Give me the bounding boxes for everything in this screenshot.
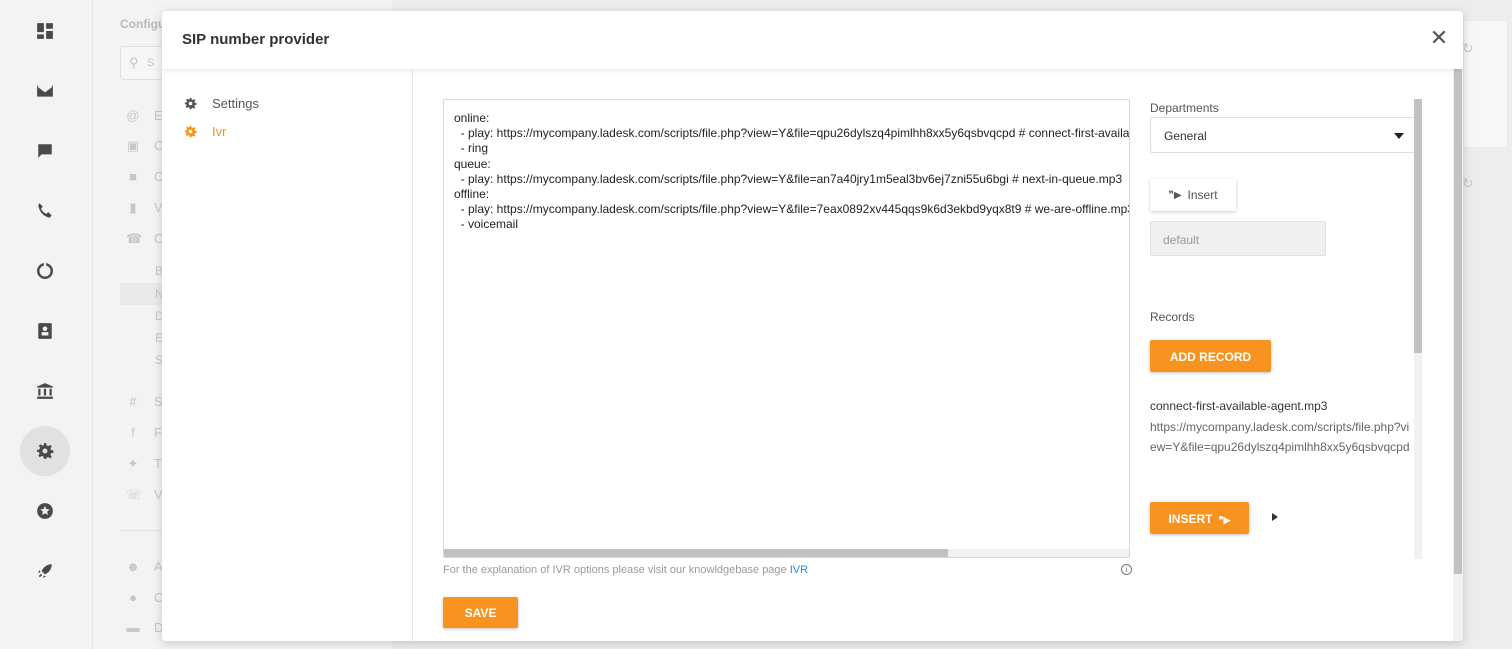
ivr-side-panel: Departments General ❞▶ Insert default Re… xyxy=(1148,99,1423,561)
nav-item-label: Ivr xyxy=(212,123,227,139)
sip-provider-modal: SIP number provider ✕ Settings Ivr onlin… xyxy=(162,11,1463,641)
star-icon[interactable] xyxy=(20,486,70,536)
insert-icon: ❞▶ xyxy=(1218,515,1231,525)
search-icon: ⚲ xyxy=(129,55,139,70)
config-row[interactable]: # S xyxy=(126,394,162,409)
config-title: Configu xyxy=(120,17,166,31)
phone-icon: ☎ xyxy=(126,231,143,246)
chat-icon[interactable] xyxy=(20,126,70,176)
ivr-hint: For the explanation of IVR options pleas… xyxy=(443,564,808,576)
departments-label: Departments xyxy=(1150,101,1219,115)
caret-down-icon xyxy=(1394,133,1404,139)
config-row[interactable]: @ E xyxy=(126,108,162,123)
config-row[interactable]: ▮ V xyxy=(126,200,162,216)
agents-icon: ☻ xyxy=(126,559,140,574)
config-row[interactable]: ▣ C xyxy=(126,138,164,154)
twitter-icon: ✦ xyxy=(127,456,139,471)
modal-scrollbar[interactable] xyxy=(1453,69,1463,641)
ivr-kb-link[interactable]: IVR xyxy=(790,564,808,576)
play-icon[interactable] xyxy=(1272,513,1278,521)
config-row[interactable]: ■ C xyxy=(126,169,163,184)
config-row[interactable]: ● C xyxy=(126,590,163,605)
hint-text: For the explanation of IVR options pleas… xyxy=(443,564,790,576)
search-placeholder: S xyxy=(147,57,155,69)
config-row[interactable]: ☎ C xyxy=(126,231,163,247)
nav-item-ivr[interactable]: Ivr xyxy=(184,121,226,141)
nav-item-settings[interactable]: Settings xyxy=(184,93,259,113)
viber-icon: ☏ xyxy=(126,487,143,502)
department-select[interactable]: General xyxy=(1150,117,1417,153)
at-icon: @ xyxy=(126,108,140,123)
modal-body: online: - play: https://mycompany.ladesk… xyxy=(414,69,1463,641)
phone-icon[interactable] xyxy=(20,186,70,236)
insert-label: Insert xyxy=(1187,188,1218,202)
gear-icon xyxy=(184,125,197,137)
reports-icon[interactable] xyxy=(20,246,70,296)
refresh-icon: ↻ xyxy=(1462,40,1474,56)
default-field[interactable]: default xyxy=(1150,221,1326,256)
slack-icon: # xyxy=(129,394,137,409)
modal-title: SIP number provider xyxy=(182,31,330,48)
department-selected: General xyxy=(1164,129,1207,143)
records-label: Records xyxy=(1150,310,1195,324)
form-icon: ▣ xyxy=(126,138,140,153)
ivr-editor[interactable]: online: - play: https://mycompany.ladesk… xyxy=(443,99,1130,558)
save-button[interactable]: SAVE xyxy=(443,597,518,628)
gear-icon xyxy=(184,97,197,109)
folder-icon: ▬ xyxy=(126,620,140,635)
ivr-editor-content[interactable]: online: - play: https://mycompany.ladesk… xyxy=(444,100,1129,244)
dashboard-icon[interactable] xyxy=(20,6,70,56)
config-row[interactable]: fF xyxy=(126,425,162,440)
record-name: connect-first-available-agent.mp3 xyxy=(1150,399,1328,413)
insert-icon: ❞▶ xyxy=(1168,189,1182,201)
refresh-icon: ↻ xyxy=(1462,175,1474,191)
rocket-icon[interactable] xyxy=(20,546,70,596)
config-row[interactable]: ☏ V xyxy=(126,487,163,503)
insert-record-button[interactable]: INSERT ❞▶ xyxy=(1150,502,1249,534)
close-icon[interactable]: ✕ xyxy=(1427,27,1451,51)
modal-header: SIP number provider ✕ xyxy=(162,11,1463,69)
config-row[interactable]: ☻ A xyxy=(126,559,163,574)
insert-record-label: INSERT xyxy=(1168,512,1213,526)
record-url: https://mycompany.ladesk.com/scripts/fil… xyxy=(1150,420,1410,454)
modal-nav: Settings Ivr xyxy=(162,69,413,641)
info-icon[interactable]: i xyxy=(1121,564,1132,575)
side-panel-scrollbar[interactable] xyxy=(1414,99,1422,559)
knowledgebase-icon[interactable] xyxy=(20,366,70,416)
app-rail xyxy=(0,0,92,649)
config-row[interactable]: ✦ T xyxy=(126,456,162,472)
mail-icon[interactable] xyxy=(20,66,70,116)
add-record-button[interactable]: ADD RECORD xyxy=(1150,340,1271,372)
nav-item-label: Settings xyxy=(212,95,259,111)
chat-icon: ■ xyxy=(129,169,137,184)
contacts-icon[interactable] xyxy=(20,306,70,356)
insert-department-button[interactable]: ❞▶ Insert xyxy=(1150,179,1236,211)
config-row[interactable]: ▬ D xyxy=(126,620,164,635)
person-icon: ● xyxy=(129,590,137,605)
facebook-icon: f xyxy=(131,425,135,440)
settings-icon[interactable] xyxy=(20,426,70,476)
video-icon: ▮ xyxy=(129,200,137,215)
horizontal-scrollbar[interactable] xyxy=(444,549,1129,557)
